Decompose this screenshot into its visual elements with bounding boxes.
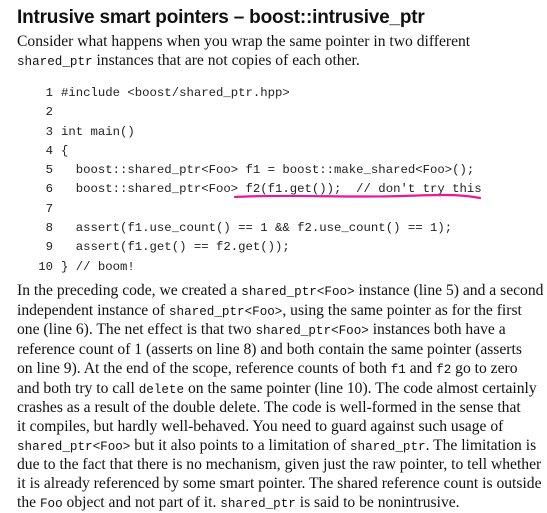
- body-line-4: reference count of 1 (asserts on line 8)…: [17, 341, 522, 359]
- text: but it also points to a limitation of: [130, 436, 350, 454]
- code-line-1: 1 #include <boost/shared_ptr.hpp>: [38, 84, 482, 103]
- body-line-9: shared_ptr<Foo> but it also points to a …: [17, 437, 545, 457]
- code-text: #include <boost/shared_ptr.hpp>: [61, 86, 290, 100]
- body-line-1: In the preceding code, we created a shar…: [17, 282, 545, 302]
- body-line-5: on line 9). At the end of the scope, ref…: [17, 360, 545, 380]
- code-line-7: 7: [38, 200, 482, 219]
- code-text: {: [61, 143, 69, 158]
- inline-code: shared_ptr: [17, 54, 93, 69]
- text: the: [17, 493, 40, 511]
- line-number: 5: [45, 163, 53, 178]
- body-line-3: one (line 6). The net effect is that two…: [17, 321, 545, 341]
- body-line-12: the Foo object and not part of it. share…: [17, 494, 545, 513]
- text: on line 9). At the end of the scope, ref…: [17, 359, 391, 377]
- text: and: [405, 359, 437, 377]
- text: is said to be nonintrusive.: [295, 493, 460, 511]
- line-number: 10: [38, 259, 53, 274]
- text: object and not part of it.: [62, 493, 221, 511]
- text: go to zero: [451, 359, 518, 377]
- body-line-11: it is already referenced by some smart p…: [17, 475, 542, 493]
- body-line-2: independent instance of shared_ptr<Foo>,…: [17, 302, 545, 322]
- line-number: 7: [45, 201, 53, 216]
- inline-code: delete: [138, 382, 185, 397]
- inline-code: shared_ptr<Foo>: [255, 324, 369, 339]
- code-line-10: 10 } // boom!: [38, 258, 482, 277]
- text: . The limitation is: [425, 436, 537, 454]
- text: , using the same pointer as for the firs…: [282, 301, 522, 319]
- text: on the same pointer (line 10). The code …: [184, 379, 537, 397]
- inline-code: shared_ptr<Foo>: [241, 285, 355, 299]
- inline-code: f1: [390, 362, 406, 377]
- text: independent instance of: [17, 301, 169, 319]
- document-page: Intrusive smart pointers – boost::intrus…: [0, 0, 547, 511]
- text: instance (line 5) and a second: [354, 282, 544, 299]
- body-line-7: crashes as a result of the double delete…: [17, 399, 521, 417]
- line-number: 8: [45, 221, 53, 236]
- code-line-8: 8 assert(f1.use_count() == 1 && f2.use_c…: [38, 219, 482, 238]
- text: In the preceding code, we created a: [17, 282, 242, 299]
- line-number: 6: [45, 182, 53, 197]
- intro-paragraph: Consider what happens when you wrap the …: [17, 33, 542, 71]
- section-heading: Intrusive smart pointers – boost::intrus…: [17, 7, 425, 28]
- code-text: assert(f1.get() == f2.get());: [61, 240, 290, 255]
- line-number: 2: [45, 105, 53, 120]
- inline-code: shared_ptr<Foo>: [169, 304, 283, 319]
- code-text: int main(): [61, 124, 135, 139]
- text: and both try to call: [17, 379, 139, 397]
- text: one (line 6). The net effect is that two: [17, 321, 256, 339]
- inline-code: shared_ptr: [349, 439, 426, 454]
- line-number: 4: [45, 143, 53, 158]
- intro-line-2: shared_ptr instances that are not copies…: [17, 52, 542, 72]
- code-line-2: 2: [38, 103, 482, 122]
- highlight-underline: [233, 194, 482, 200]
- inline-code: f2: [436, 362, 452, 377]
- code-line-3: 3 int main(): [38, 123, 482, 142]
- body-line-8: it compiles, but hardly well-behaved. Yo…: [17, 417, 504, 435]
- code-text: assert(f1.use_count() == 1 && f2.use_cou…: [61, 221, 453, 236]
- inline-code: Foo: [39, 496, 63, 511]
- inline-code: shared_ptr: [220, 496, 296, 511]
- code-line-9: 9 assert(f1.get() == f2.get());: [38, 238, 482, 257]
- code-listing: 1 #include <boost/shared_ptr.hpp> 2 3 int …: [38, 84, 482, 277]
- code-line-5: 5 boost::shared_ptr<Foo> f1 = boost::mak…: [38, 161, 482, 180]
- code-line-4: 4{: [38, 142, 482, 161]
- body-line-6: and both try to call delete on the same …: [17, 380, 545, 400]
- line-number: 1: [45, 86, 53, 100]
- text: instances both have a: [368, 321, 506, 339]
- intro-line-2-text: instances that are not copies of each ot…: [92, 51, 360, 69]
- code-line-6: 6 boost::shared_ptr<Foo> f2(f1.get()); /…: [38, 180, 482, 200]
- intro-line-1: Consider what happens when you wrap the …: [17, 33, 471, 50]
- line-number: 3: [45, 124, 53, 139]
- inline-code: shared_ptr<Foo>: [17, 439, 131, 454]
- code-text: } // boom!: [61, 259, 135, 274]
- code-text: boost::shared_ptr<Foo> f1 = boost::make_…: [61, 163, 475, 178]
- explanation-paragraph: In the preceding code, we created a shar…: [17, 282, 545, 513]
- line-number: 9: [45, 240, 53, 255]
- body-line-10: due to the fact that there is no mechani…: [17, 456, 542, 474]
